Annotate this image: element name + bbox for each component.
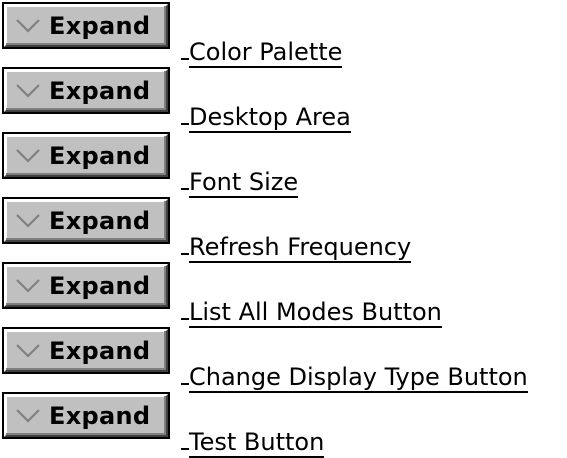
expand-button[interactable]: Expand bbox=[2, 132, 170, 179]
expand-button-label: Expand bbox=[49, 11, 151, 40]
expand-button-label: Expand bbox=[49, 206, 151, 235]
expand-button-label: Expand bbox=[49, 271, 151, 300]
expand-button[interactable]: Expand bbox=[2, 392, 170, 439]
chevron-down-icon bbox=[16, 278, 40, 293]
help-topic-list: Expand Color Palette Expand Desktop Area… bbox=[0, 0, 567, 458]
topic-row-list-all-modes-button: Expand List All Modes Button bbox=[0, 260, 567, 328]
topic-link-label: List All Modes Button bbox=[189, 298, 442, 328]
expand-button[interactable]: Expand bbox=[2, 327, 170, 374]
expand-button-label: Expand bbox=[49, 336, 151, 365]
topic-row-font-size: Expand Font Size bbox=[0, 130, 567, 198]
topic-link-change-display-type-button[interactable]: Change Display Type Button bbox=[181, 363, 528, 393]
topic-link-color-palette[interactable]: Color Palette bbox=[181, 38, 343, 68]
topic-link-refresh-frequency[interactable]: Refresh Frequency bbox=[181, 233, 412, 263]
chevron-down-icon bbox=[16, 213, 40, 228]
topic-link-test-button[interactable]: Test Button bbox=[181, 428, 325, 458]
expand-button-label: Expand bbox=[49, 401, 151, 430]
topic-link-desktop-area[interactable]: Desktop Area bbox=[181, 103, 351, 133]
chevron-down-icon bbox=[16, 18, 40, 33]
expand-button[interactable]: Expand bbox=[2, 2, 170, 49]
chevron-down-icon bbox=[16, 83, 40, 98]
expand-button-label: Expand bbox=[49, 76, 151, 105]
topic-row-test-button: Expand Test Button bbox=[0, 390, 567, 458]
topic-row-refresh-frequency: Expand Refresh Frequency bbox=[0, 195, 567, 263]
topic-link-label: Font Size bbox=[189, 168, 299, 198]
chevron-down-icon bbox=[16, 408, 40, 423]
chevron-down-icon bbox=[16, 343, 40, 358]
topic-link-label: Change Display Type Button bbox=[189, 363, 528, 393]
topic-link-label: Color Palette bbox=[189, 38, 343, 68]
expand-button[interactable]: Expand bbox=[2, 197, 170, 244]
topic-link-font-size[interactable]: Font Size bbox=[181, 168, 299, 198]
expand-button-label: Expand bbox=[49, 141, 151, 170]
expand-button[interactable]: Expand bbox=[2, 67, 170, 114]
chevron-down-icon bbox=[16, 148, 40, 163]
topic-row-desktop-area: Expand Desktop Area bbox=[0, 65, 567, 133]
topic-link-list-all-modes-button[interactable]: List All Modes Button bbox=[181, 298, 442, 328]
topic-link-label: Test Button bbox=[189, 428, 325, 458]
topic-link-label: Desktop Area bbox=[189, 103, 351, 133]
expand-button[interactable]: Expand bbox=[2, 262, 170, 309]
topic-row-color-palette: Expand Color Palette bbox=[0, 0, 567, 68]
topic-row-change-display-type-button: Expand Change Display Type Button bbox=[0, 325, 567, 393]
topic-link-label: Refresh Frequency bbox=[189, 233, 412, 263]
